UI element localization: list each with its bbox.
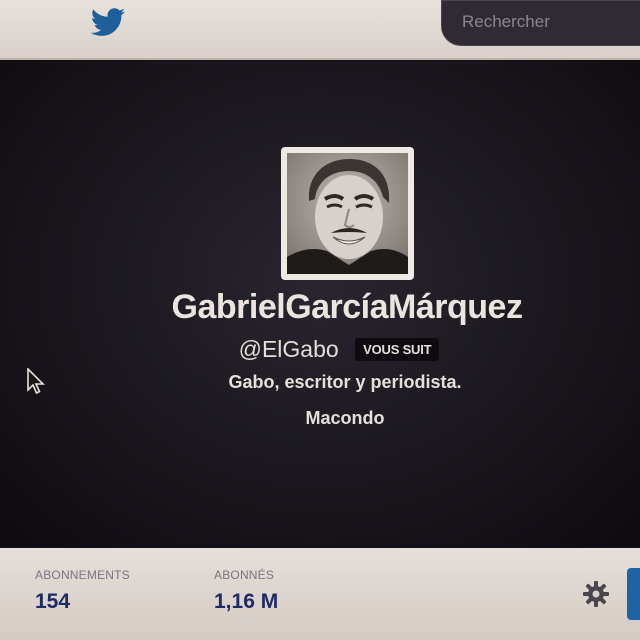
profile-header: GabrielGarcíaMárquez @ElGabo VOUS SUIT G…	[0, 60, 640, 546]
profile-handle[interactable]: @ElGabo	[239, 336, 339, 363]
followers-count: 1,16 M	[214, 590, 279, 613]
profile-stats-bar: ABONNEMENTS 154 ABONNÉS 1,16 M	[0, 548, 640, 640]
followers-stat[interactable]: ABONNÉS 1,16 M	[214, 568, 278, 614]
top-navigation-bar	[0, 0, 640, 60]
followers-label: ABONNÉS	[214, 568, 275, 582]
following-label: ABONNEMENTS	[35, 568, 130, 582]
search-input[interactable]	[462, 9, 632, 35]
twitter-profile-screen: GabrielGarcíaMárquez @ElGabo VOUS SUIT G…	[0, 0, 640, 640]
profile-photo	[287, 153, 408, 274]
follow-button-edge[interactable]	[627, 568, 640, 620]
search-box[interactable]	[441, 0, 640, 46]
profile-location: Macondo	[305, 408, 385, 428]
following-count: 154	[35, 590, 71, 613]
handle-row: @ElGabo VOUS SUIT	[0, 336, 640, 363]
following-stat[interactable]: ABONNEMENTS 154	[35, 568, 130, 614]
profile-name: GabrielGarcíaMárquez	[171, 288, 523, 326]
gear-icon[interactable]	[582, 580, 610, 608]
mouse-cursor-icon	[27, 368, 45, 395]
avatar[interactable]	[281, 147, 414, 280]
profile-bio: Gabo, escritor y periodista.	[228, 372, 462, 392]
twitter-bird-icon[interactable]	[90, 8, 126, 38]
follows-you-badge: VOUS SUIT	[355, 338, 440, 361]
